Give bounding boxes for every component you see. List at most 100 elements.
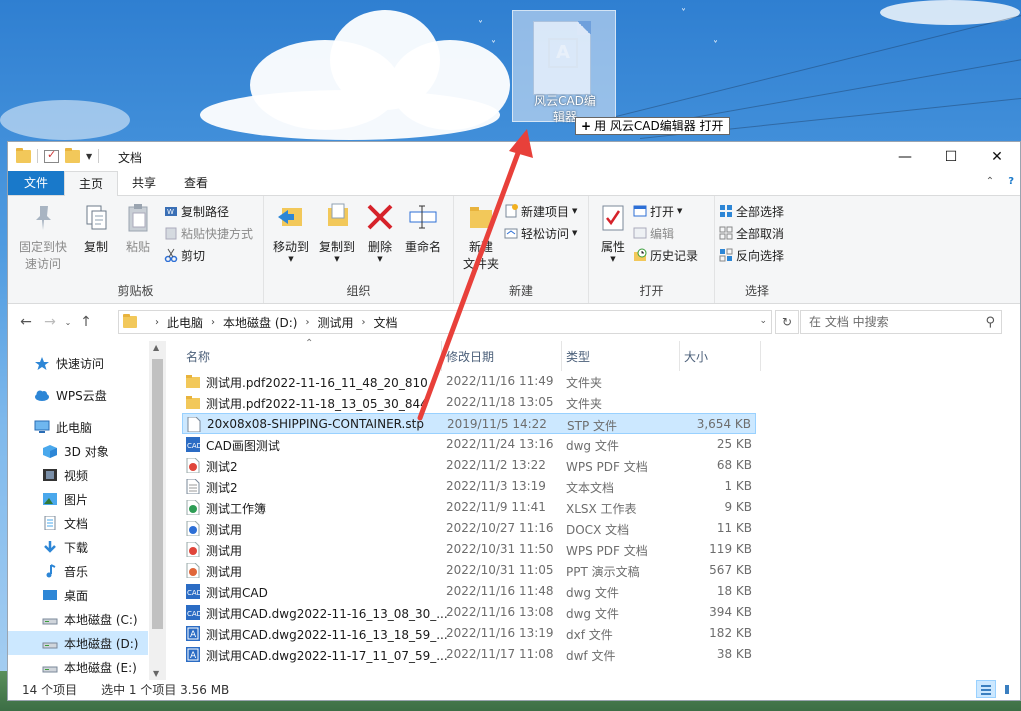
easy-access-button[interactable]: 轻松访问 ▼: [504, 224, 577, 242]
file-name: 测试工作簿: [206, 502, 267, 516]
nav-scrollbar[interactable]: ▲ ▼: [149, 341, 166, 680]
column-divider: [760, 341, 761, 371]
table-row[interactable]: 测试用.pdf2022-11-18_13_05_30_844 2022/11/18…: [182, 392, 756, 413]
nav-item[interactable]: 音乐: [8, 559, 148, 583]
new-item-button[interactable]: 新建项目 ▼: [504, 202, 577, 220]
collapse-ribbon-icon[interactable]: ⌃: [986, 176, 994, 187]
select-all-button[interactable]: 全部选择: [719, 202, 784, 220]
invert-selection-button[interactable]: 反向选择: [719, 246, 784, 264]
column-size[interactable]: 大小: [684, 348, 708, 365]
nav-item[interactable]: 桌面: [8, 583, 148, 607]
dragged-file-ghost[interactable]: A 风云CAD编 辑器: [512, 10, 616, 124]
breadcrumb-item-documents[interactable]: 文档: [374, 314, 398, 331]
table-row[interactable]: 测试工作簿 2022/11/9 11:41 XLSX 工作表 9 KB: [182, 497, 756, 518]
search-input[interactable]: 在 文档 中搜索 ⚲: [800, 310, 1002, 334]
large-icons-view-button[interactable]: [1000, 680, 1020, 698]
customize-toolbar-dropdown[interactable]: ▼: [86, 152, 92, 161]
content-area: 快速访问 WPS云盘 此电脑 3D 对象 视频 图片 文档 下载 音乐 桌面 本地磁盘 (C:) 本地…: [8, 338, 1020, 680]
up-arrow-icon[interactable]: ↑: [74, 314, 98, 330]
scroll-down-icon[interactable]: ▼: [153, 669, 159, 678]
tab-view[interactable]: 查看: [170, 171, 222, 195]
nav-item[interactable]: 此电脑: [8, 415, 148, 439]
file-type: XLSX 工作表: [566, 502, 637, 516]
table-row[interactable]: 测试用 2022/10/31 11:05 PPT 演示文稿 567 KB: [182, 560, 756, 581]
folder-icon: [123, 314, 137, 328]
recent-locations-chevron-icon[interactable]: ⌄: [62, 318, 74, 327]
address-box[interactable]: › 此电脑 › 本地磁盘 (D:) › 测试用 › 文档 ⌄: [118, 310, 772, 334]
history-icon: [633, 248, 647, 262]
file-date: 2022/11/16 13:08: [446, 605, 554, 619]
nav-item[interactable]: 3D 对象: [8, 439, 148, 463]
status-bar: 14 个项目 选中 1 个项目 3.56 MB: [8, 678, 1020, 700]
nav-item[interactable]: 本地磁盘 (E:): [8, 655, 148, 679]
minimize-button[interactable]: —: [882, 142, 928, 172]
nav-item-label: 3D 对象: [64, 444, 109, 459]
tab-file[interactable]: 文件: [8, 171, 65, 195]
breadcrumb-item-test[interactable]: 测试用: [317, 314, 353, 331]
scroll-up-icon[interactable]: ▲: [153, 343, 159, 352]
quick-access-toolbar: ▼: [16, 147, 100, 163]
edit-icon: [633, 226, 647, 240]
file-type: dwg 文件: [566, 607, 619, 621]
help-icon[interactable]: ?: [1008, 176, 1014, 187]
nav-item[interactable]: 本地磁盘 (D:): [8, 631, 148, 655]
file-date: 2022/11/3 13:19: [446, 479, 546, 493]
select-none-button[interactable]: 全部取消: [719, 224, 784, 242]
table-row[interactable]: CAD 测试用CAD.dwg2022-11-16_13_08_30_...2022…: [182, 602, 756, 623]
properties-icon[interactable]: [44, 148, 59, 163]
nav-item-label: 快速访问: [56, 356, 105, 371]
table-row[interactable]: 测试2 2022/11/3 13:19 文本文档 1 KB: [182, 476, 756, 497]
table-row[interactable]: A 测试用CAD.dwg2022-11-16_13_18_59_... 2022/1…: [182, 623, 756, 644]
column-name[interactable]: 名称: [186, 348, 210, 365]
svg-text:CAD: CAD: [187, 610, 200, 618]
file-size: 11 KB: [716, 521, 752, 535]
new-folder-icon[interactable]: [65, 147, 80, 163]
forward-arrow-icon[interactable]: →: [38, 314, 62, 330]
copy-path-button[interactable]: W 复制路径: [164, 202, 253, 220]
nav-item[interactable]: 快速访问: [8, 351, 148, 375]
table-row[interactable]: 测试用 2022/10/31 11:50 WPS PDF 文档 119 KB: [182, 539, 756, 560]
details-view-button[interactable]: [976, 680, 996, 698]
table-row[interactable]: CAD 测试用CAD 2022/11/16 11:48 dwg 文件 18 KB: [182, 581, 756, 602]
breadcrumb-item-this-pc[interactable]: 此电脑: [167, 314, 203, 331]
organize-group: 移动到 ▼ 复制到 ▼ 删除 ▼ 重命名 组织: [264, 196, 454, 303]
table-row[interactable]: 测试用.pdf2022-11-16_11_48_20_810 2022/11/16…: [182, 371, 756, 392]
file-date: 2022/10/31 11:05: [446, 563, 554, 577]
close-button[interactable]: ✕: [974, 142, 1020, 172]
table-row[interactable]: 测试用 2022/10/27 11:16 DOCX 文档 11 KB: [182, 518, 756, 539]
edit-button[interactable]: 编辑: [633, 224, 698, 242]
address-history-dropdown-icon[interactable]: ⌄: [759, 316, 767, 326]
column-date[interactable]: 修改日期: [446, 348, 494, 365]
nav-item[interactable]: WPS云盘: [8, 383, 148, 407]
tab-home[interactable]: 主页: [64, 171, 119, 196]
maximize-button[interactable]: ☐: [928, 142, 974, 172]
paste-shortcut-button[interactable]: 粘贴快捷方式: [164, 224, 253, 242]
copy-icon: [81, 202, 111, 234]
table-row[interactable]: 20x08x08-SHIPPING-CONTAINER.stp 2019/11/5…: [182, 413, 756, 434]
file-date: 2022/11/2 13:22: [446, 458, 546, 472]
file-name: 测试用CAD.dwg2022-11-16_13_08_30_...: [206, 607, 448, 621]
select-group: 全部选择 全部取消 反向选择 选择: [715, 196, 799, 303]
open-button[interactable]: 打开 ▼: [633, 202, 698, 220]
scissors-icon: [164, 248, 178, 263]
nav-item[interactable]: 文档: [8, 511, 148, 535]
refresh-button[interactable]: ↻: [775, 310, 799, 334]
nav-item[interactable]: 下载: [8, 535, 148, 559]
column-divider: [679, 341, 680, 371]
table-row[interactable]: CAD CAD画图测试 2022/11/24 13:16 dwg 文件 25 KB: [182, 434, 756, 455]
breadcrumb-item-drive-d[interactable]: 本地磁盘 (D:): [223, 314, 297, 331]
scroll-thumb[interactable]: [152, 359, 163, 629]
nav-item[interactable]: 本地磁盘 (C:): [8, 607, 148, 631]
back-arrow-icon[interactable]: ←: [14, 314, 38, 330]
svg-text:A: A: [190, 630, 197, 640]
nav-item[interactable]: 图片: [8, 487, 148, 511]
cut-button[interactable]: 剪切: [164, 246, 253, 264]
nav-item-label: 视频: [64, 468, 89, 483]
column-type[interactable]: 类型: [566, 348, 590, 365]
nav-item[interactable]: 视频: [8, 463, 148, 487]
table-row[interactable]: A 测试用CAD.dwg2022-11-17_11_07_59_... 2022/1…: [182, 644, 756, 665]
history-button[interactable]: 历史记录: [633, 246, 698, 264]
table-row[interactable]: 测试2 2022/11/2 13:22 WPS PDF 文档 68 KB: [182, 455, 756, 476]
tab-share[interactable]: 共享: [118, 171, 170, 195]
toolbar-divider: [37, 149, 38, 163]
